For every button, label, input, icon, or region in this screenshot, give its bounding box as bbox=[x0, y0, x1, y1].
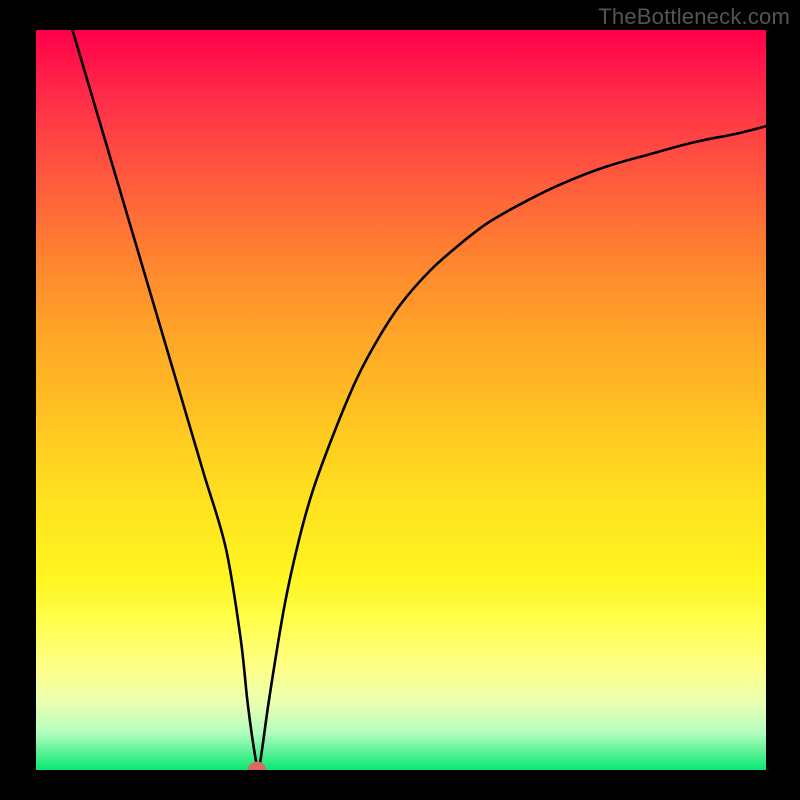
vertex-marker bbox=[248, 761, 266, 770]
chart-frame: TheBottleneck.com bbox=[0, 0, 800, 800]
bottleneck-curve bbox=[36, 30, 766, 770]
plot-area bbox=[36, 30, 766, 770]
watermark-text: TheBottleneck.com bbox=[598, 4, 790, 30]
